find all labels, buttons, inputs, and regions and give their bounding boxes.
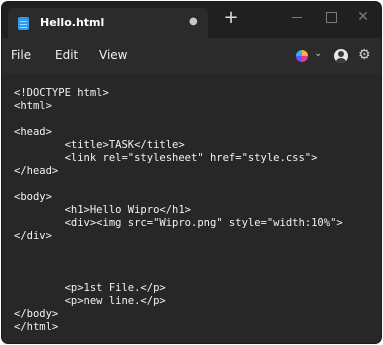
tab-title: Hello.html: [40, 16, 105, 29]
editor-line: </html>: [14, 321, 59, 333]
editor-line: <h1>Hello Wipro</h1>: [14, 204, 192, 216]
title-bar: Hello.html ● + ✕: [2, 2, 381, 38]
editor-line: <link rel="stylesheet" href="style.css">: [14, 152, 318, 164]
notepad-icon: [18, 17, 29, 30]
menu-file[interactable]: File: [11, 48, 31, 62]
text-editor[interactable]: <!DOCTYPE html> <html> <head> <title>TAS…: [2, 74, 381, 343]
menu-view[interactable]: View: [99, 48, 127, 62]
gear-icon[interactable]: ⚙: [358, 47, 371, 63]
notepad-window: Hello.html ● + ✕ File Edit View ⌄ ⚙ <!DO…: [2, 2, 381, 343]
menu-bar: File Edit View ⌄ ⚙: [2, 38, 381, 74]
copilot-icon[interactable]: [296, 50, 308, 62]
close-button[interactable]: ✕: [352, 8, 374, 28]
editor-line: <div><img src="Wipro.png" style="width:1…: [14, 217, 343, 229]
editor-line: <title>TASK</title>: [14, 139, 185, 151]
menu-edit[interactable]: Edit: [55, 48, 78, 62]
maximize-button[interactable]: [320, 8, 342, 28]
editor-line: <!DOCTYPE html>: [14, 87, 109, 99]
editor-line: <body>: [14, 191, 52, 203]
account-icon[interactable]: [334, 49, 348, 63]
chevron-down-icon[interactable]: ⌄: [314, 48, 322, 59]
editor-line: <p>new line.</p>: [14, 295, 166, 307]
editor-line: <head>: [14, 126, 52, 138]
editor-line: </body>: [14, 308, 59, 320]
unsaved-indicator[interactable]: ●: [189, 16, 198, 27]
editor-line: </div>: [14, 230, 52, 242]
editor-line: <p>1st File.</p>: [14, 282, 166, 294]
new-tab-button[interactable]: +: [220, 7, 242, 29]
editor-line: </head>: [14, 165, 59, 177]
tab-hello-html[interactable]: Hello.html ●: [8, 8, 208, 38]
editor-line: <html>: [14, 100, 52, 112]
minimize-button[interactable]: [286, 8, 308, 28]
